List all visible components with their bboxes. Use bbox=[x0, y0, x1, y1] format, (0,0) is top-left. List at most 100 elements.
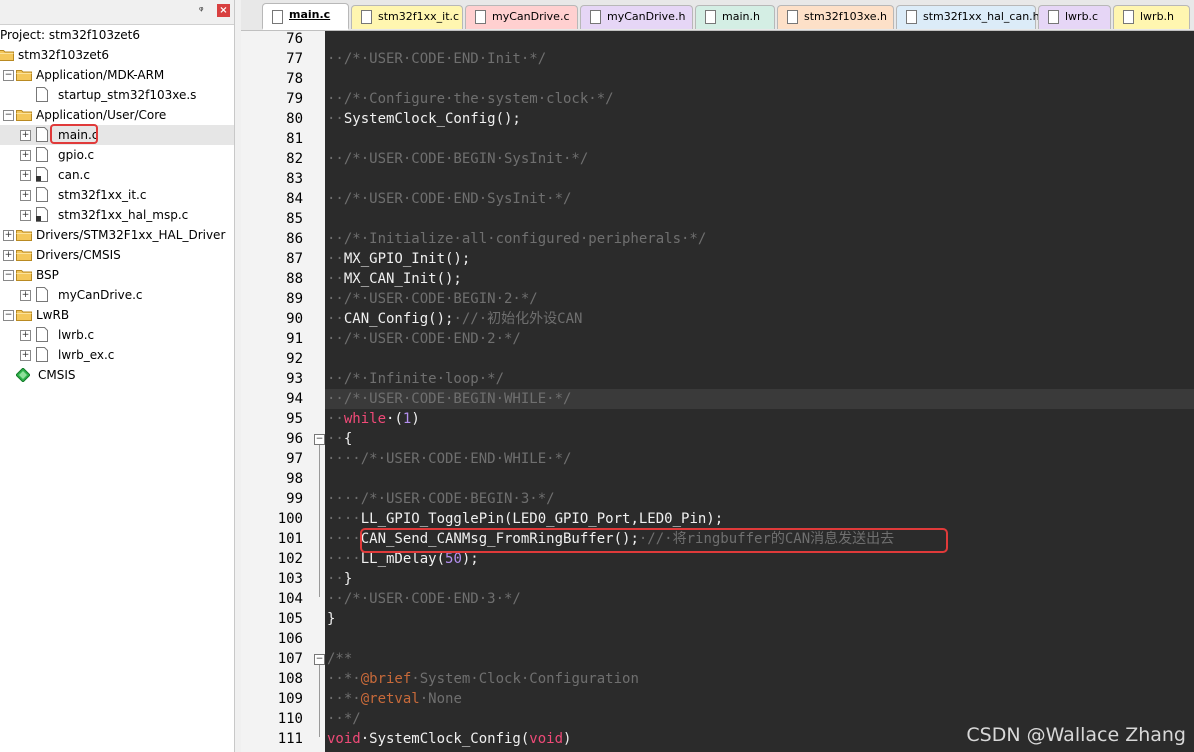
code-line[interactable]: ··*·@brief·System·Clock·Configuration bbox=[325, 669, 1194, 689]
tree-item[interactable]: + main.c bbox=[0, 125, 234, 145]
tree-item[interactable]: + Drivers/STM32F1xx_HAL_Driver bbox=[0, 225, 234, 245]
tree-item[interactable]: CMSIS bbox=[0, 365, 234, 385]
expand-icon[interactable]: + bbox=[20, 350, 31, 361]
expand-icon[interactable]: + bbox=[20, 150, 31, 161]
tree-item[interactable]: − Application/User/Core bbox=[0, 105, 234, 125]
code-line[interactable]: ··*·@retval·None bbox=[325, 689, 1194, 709]
tree-item[interactable]: + stm32f1xx_it.c bbox=[0, 185, 234, 205]
file-icon bbox=[36, 187, 48, 202]
tab-stm32f1xx-hal-can-h[interactable]: stm32f1xx_hal_can.h bbox=[896, 5, 1040, 29]
code-line[interactable] bbox=[325, 31, 1194, 49]
expand-icon[interactable]: + bbox=[20, 330, 31, 341]
code-line[interactable] bbox=[325, 169, 1194, 189]
code-line[interactable]: ····LL_GPIO_TogglePin(LED0_GPIO_Port,LED… bbox=[325, 509, 1194, 529]
tree-item[interactable]: startup_stm32f103xe.s bbox=[0, 85, 234, 105]
code-line[interactable]: ··{ bbox=[325, 429, 1194, 449]
code-token-comment: ·None bbox=[419, 691, 462, 707]
tree-item-label: Drivers/STM32F1xx_HAL_Driver bbox=[36, 228, 226, 242]
close-pane-button[interactable]: × bbox=[217, 4, 230, 17]
line-number: 90 bbox=[286, 311, 303, 327]
code-line[interactable]: ··/*·USER·CODE·BEGIN·2·*/ bbox=[325, 289, 1194, 309]
code-line[interactable]: } bbox=[325, 609, 1194, 629]
code-line[interactable]: ··} bbox=[325, 569, 1194, 589]
expand-icon[interactable]: + bbox=[20, 130, 31, 141]
tab-mycandrive-c[interactable]: myCanDrive.c bbox=[465, 5, 578, 29]
collapse-icon[interactable]: − bbox=[3, 70, 14, 81]
code-token-comment: ·System·Clock·Configuration bbox=[411, 671, 639, 687]
expand-icon[interactable]: + bbox=[20, 170, 31, 181]
code-token-num: 50 bbox=[445, 551, 462, 567]
code-line[interactable]: ··/*·USER·CODE·END·Init·*/ bbox=[325, 49, 1194, 69]
tab-stm32f103xe-h[interactable]: stm32f103xe.h bbox=[777, 5, 894, 29]
collapse-icon[interactable]: − bbox=[3, 310, 14, 321]
tree-item-label: stm32f1xx_hal_msp.c bbox=[58, 208, 189, 222]
tree-item-label: Application/User/Core bbox=[36, 108, 167, 122]
code-line[interactable]: ··/*·USER·CODE·END·2·*/ bbox=[325, 329, 1194, 349]
folder-icon bbox=[16, 269, 32, 281]
code-line[interactable]: /** bbox=[325, 649, 1194, 669]
tab-mycandrive-h[interactable]: myCanDrive.h bbox=[580, 5, 693, 29]
tree-item[interactable]: Project: stm32f103zet6 bbox=[0, 25, 234, 45]
line-number: 109 bbox=[277, 691, 303, 707]
fold-collapse-icon[interactable]: − bbox=[314, 654, 325, 665]
tab-label: main.h bbox=[722, 10, 760, 23]
code-line[interactable]: ··/*·USER·CODE·BEGIN·SysInit·*/ bbox=[325, 149, 1194, 169]
tree-item[interactable]: + gpio.c bbox=[0, 145, 234, 165]
code-token-tag: @retval bbox=[360, 691, 420, 707]
tree-item[interactable]: + lwrb.c bbox=[0, 325, 234, 345]
line-number: 84 bbox=[286, 191, 303, 207]
tab-lwrb-c[interactable]: lwrb.c bbox=[1038, 5, 1111, 29]
expand-icon[interactable]: + bbox=[3, 230, 14, 241]
fold-collapse-icon[interactable]: − bbox=[314, 434, 325, 445]
code-token-code: } bbox=[327, 611, 336, 627]
collapse-icon[interactable]: − bbox=[3, 270, 14, 281]
code-line[interactable]: ··/*·Infinite·loop·*/ bbox=[325, 369, 1194, 389]
tab-lwrb-h[interactable]: lwrb.h bbox=[1113, 5, 1190, 29]
code-line[interactable]: ··MX_CAN_Init(); bbox=[325, 269, 1194, 289]
code-line[interactable] bbox=[325, 629, 1194, 649]
file-locked-icon bbox=[36, 167, 48, 182]
tree-item[interactable]: + stm32f1xx_hal_msp.c bbox=[0, 205, 234, 225]
code-token-comment: ·· bbox=[327, 431, 344, 447]
code-line[interactable]: ··CAN_Config();·//·初始化外设CAN bbox=[325, 309, 1194, 329]
code-line[interactable]: ··SystemClock_Config(); bbox=[325, 109, 1194, 129]
file-icon bbox=[36, 87, 48, 102]
code-line[interactable]: ····/*·USER·CODE·END·WHILE·*/ bbox=[325, 449, 1194, 469]
tree-item[interactable]: + Drivers/CMSIS bbox=[0, 245, 234, 265]
expand-icon[interactable]: + bbox=[20, 190, 31, 201]
tree-item[interactable]: − Application/MDK-ARM bbox=[0, 65, 234, 85]
code-line[interactable]: ··MX_GPIO_Init(); bbox=[325, 249, 1194, 269]
line-number: 77 bbox=[286, 51, 303, 67]
code-editor[interactable]: 76 77 78 79 80 81 82 83 84 85 86 87 88 89 90 91 92 93 94 95… bbox=[241, 31, 1194, 752]
tab-main-c[interactable]: main.c bbox=[262, 3, 349, 30]
folder-icon bbox=[16, 249, 32, 261]
tab-stm32f1xx-it-c[interactable]: stm32f1xx_it.c bbox=[351, 5, 463, 29]
tree-item[interactable]: − LwRB bbox=[0, 305, 234, 325]
expand-icon[interactable]: + bbox=[20, 210, 31, 221]
tab-main-h[interactable]: main.h bbox=[695, 5, 775, 29]
line-number: 108 bbox=[277, 671, 303, 687]
code-line[interactable] bbox=[325, 69, 1194, 89]
code-line[interactable]: ····/*·USER·CODE·BEGIN·3·*/ bbox=[325, 489, 1194, 509]
code-line[interactable] bbox=[325, 469, 1194, 489]
tree-item[interactable]: + lwrb_ex.c bbox=[0, 345, 234, 365]
tree-item[interactable]: − BSP bbox=[0, 265, 234, 285]
expand-icon[interactable]: + bbox=[3, 250, 14, 261]
collapse-icon[interactable]: − bbox=[3, 110, 14, 121]
tree-item[interactable]: + can.c bbox=[0, 165, 234, 185]
pin-icon[interactable]: ᵠ bbox=[199, 4, 204, 17]
code-line[interactable]: ··/*·Configure·the·system·clock·*/ bbox=[325, 89, 1194, 109]
code-line[interactable]: ··while·(1) bbox=[325, 409, 1194, 429]
tree-item[interactable]: stm32f103zet6 bbox=[0, 45, 234, 65]
code-line[interactable]: ··/*·USER·CODE·END·SysInit·*/ bbox=[325, 189, 1194, 209]
code-line[interactable] bbox=[325, 209, 1194, 229]
code-line[interactable]: ··/*·USER·CODE·END·3·*/ bbox=[325, 589, 1194, 609]
code-area[interactable]: ··/*·USER·CODE·END·Init·*/ ··/*·Configure… bbox=[325, 31, 1194, 752]
code-line[interactable] bbox=[325, 129, 1194, 149]
tree-item[interactable]: + myCanDrive.c bbox=[0, 285, 234, 305]
code-line[interactable] bbox=[325, 349, 1194, 369]
code-line[interactable]: ··/*·USER·CODE·BEGIN·WHILE·*/ bbox=[325, 389, 1194, 409]
expand-icon[interactable]: + bbox=[20, 290, 31, 301]
document-icon bbox=[705, 10, 716, 24]
code-line[interactable]: ··/*·Initialize·all·configured·periphera… bbox=[325, 229, 1194, 249]
